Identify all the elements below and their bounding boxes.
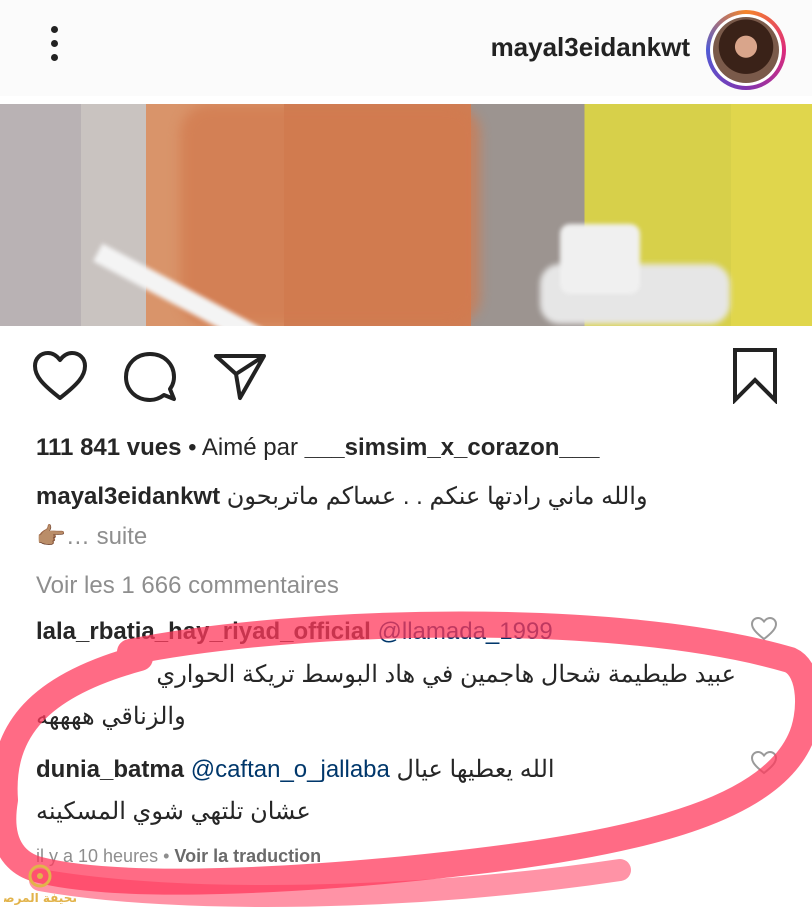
comment-username[interactable]: lala_rbatia_hay_riyad_official: [36, 618, 371, 645]
meta-separator: •: [163, 846, 170, 866]
see-translation-link[interactable]: Voir la traduction: [174, 846, 321, 866]
comment-text-line: والزناقي ههههه: [36, 703, 186, 730]
caption-more-link[interactable]: suite: [97, 523, 148, 550]
post-caption: mayal3eidankwt والله ماني رادتها عنكم . …: [36, 482, 786, 511]
comment-icon[interactable]: [122, 350, 178, 404]
more-options-icon[interactable]: [44, 26, 64, 68]
comment-text-line2: عشان تلتهي شوي المسكينه: [36, 798, 311, 825]
caption-emoji: 👉🏽…: [36, 523, 90, 550]
save-bookmark-icon[interactable]: [730, 346, 780, 404]
share-send-icon[interactable]: [212, 350, 268, 402]
watermark-text: صحيفة المرصد: [4, 891, 76, 905]
caption-username[interactable]: mayal3eidankwt: [36, 483, 220, 510]
comment-like-heart-icon[interactable]: [750, 616, 778, 642]
comment-text-line: عشان تلتهي شوي المسكينه: [36, 797, 736, 826]
post-actions: [0, 340, 812, 410]
comment-item: lala_rbatia_hay_riyad_official @llamada_…: [36, 618, 736, 646]
post-media[interactable]: [0, 104, 812, 326]
view-all-comments-link[interactable]: Voir les 1 666 commentaires: [36, 572, 339, 600]
comment-mention[interactable]: @llamada_1999: [378, 618, 553, 645]
author-avatar[interactable]: [706, 10, 786, 90]
comment-like-heart-icon[interactable]: [750, 750, 778, 776]
likes-line: 111 841 vues • Aimé par ___simsim_x_cora…: [36, 434, 599, 462]
comment-item: dunia_batma @caftan_o_jallaba الله يعطيه…: [36, 755, 736, 784]
post-header: mayal3eidankwt: [0, 0, 812, 96]
like-heart-icon[interactable]: [32, 350, 88, 402]
comment-text-line: عبيد طيطيمة شحال هاجمين في هاد البوسط تر…: [156, 661, 736, 688]
caption-more[interactable]: 👉🏽… suite: [36, 522, 147, 551]
liked-by-prefix: • Aimé par: [188, 434, 298, 461]
comment-username[interactable]: dunia_batma: [36, 756, 184, 783]
liked-by-username[interactable]: ___simsim_x_corazon___: [305, 434, 600, 461]
comment-text-inline: الله يعطيها عيال: [396, 756, 555, 783]
comment-mention[interactable]: @caftan_o_jallaba: [191, 756, 390, 783]
post-author-username[interactable]: mayal3eidankwt: [491, 32, 690, 63]
watermark-logo: صحيفة المرصد: [4, 864, 76, 905]
views-count[interactable]: 111 841 vues: [36, 434, 181, 461]
caption-text: والله ماني رادتها عنكم . . عساكم ماتربحو…: [226, 483, 648, 510]
comment-meta: il y a 10 heures • Voir la traduction: [36, 846, 321, 867]
